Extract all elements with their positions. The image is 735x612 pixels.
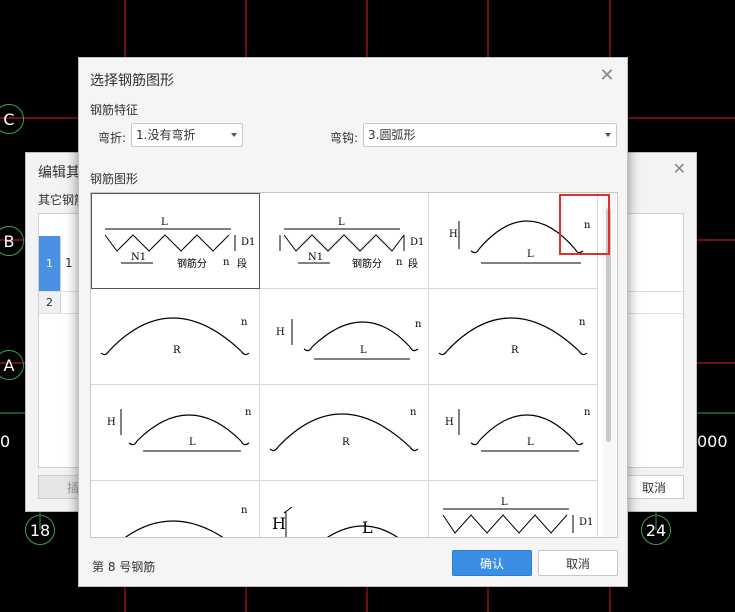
svg-text:n: n [410, 407, 417, 418]
svg-text:n: n [245, 407, 252, 418]
shape-cell-8[interactable]: R n [260, 385, 429, 481]
svg-text:L: L [360, 345, 367, 356]
svg-text:L: L [161, 217, 168, 228]
svg-text:L: L [527, 437, 534, 448]
edit-dialog-title: 编辑其 [38, 165, 80, 181]
shape-cell-4[interactable]: R n [91, 289, 260, 385]
svg-text:n: n [579, 317, 586, 328]
svg-text:钢筋分: 钢筋分 [352, 257, 382, 270]
svg-text:H: H [272, 514, 286, 533]
svg-text:n: n [415, 319, 422, 330]
shape-cell-7[interactable]: H L n [91, 385, 260, 481]
axis-label-18: 18 [25, 515, 55, 545]
shape-cell-9[interactable]: H L n [429, 385, 598, 481]
svg-text:n: n [241, 505, 248, 516]
dimension-text-right: 000 [697, 432, 728, 451]
hook-label: 弯钩: [330, 131, 359, 145]
back-cancel-button[interactable]: 取消 [624, 475, 684, 499]
arc-hook-shape: H L n [107, 407, 252, 452]
svg-text:D1: D1 [410, 237, 424, 248]
zigzag-shape: L D1 [442, 497, 593, 534]
arc-hook-shape: R n [438, 317, 588, 356]
arc-hook-shape: n [125, 505, 248, 537]
svg-text:段: 段 [408, 257, 418, 270]
bend-select-value: 1.没有弯折 [136, 128, 196, 142]
status-text: 第 8 号钢筋 [92, 560, 156, 574]
rebar-shape-grid: L D1 N1 钢筋分 n 段 L D1 N1 钢筋分 n 段 H L n R … [90, 192, 618, 538]
shape-cell-1[interactable]: L D1 N1 钢筋分 n 段 [91, 193, 260, 289]
svg-text:L: L [338, 217, 345, 228]
shape-cell-11[interactable]: H L [260, 481, 429, 537]
arc-hook-shape: H L n [445, 407, 591, 452]
zigzag-segment-shape: L D1 N1 钢筋分 n 段 [279, 217, 424, 270]
hook-select[interactable]: 3.圆弧形 [363, 123, 617, 147]
close-icon[interactable]: ✕ [599, 67, 615, 85]
shape-cell-5[interactable]: H L n [260, 289, 429, 385]
svg-text:H: H [449, 229, 458, 240]
shape-cell-2[interactable]: L D1 N1 钢筋分 n 段 [260, 193, 429, 289]
edit-dialog-close-icon[interactable]: ✕ [673, 159, 686, 178]
svg-text:R: R [173, 345, 181, 356]
svg-text:D1: D1 [579, 517, 593, 528]
zigzag-segment-shape: L D1 N1 钢筋分 n 段 [104, 217, 255, 270]
arc-hook-shape: R n [100, 317, 250, 356]
row-index[interactable]: 1 [39, 236, 61, 291]
svg-text:n: n [223, 257, 230, 268]
svg-text:L: L [501, 497, 508, 508]
svg-text:N1: N1 [308, 252, 323, 263]
dialog-title: 选择钢筋图形 [90, 73, 174, 89]
svg-text:N1: N1 [131, 252, 146, 263]
row-index[interactable]: 2 [39, 292, 61, 313]
svg-text:n: n [584, 407, 591, 418]
svg-text:L: L [527, 249, 534, 260]
confirm-button[interactable]: 确认 [452, 550, 532, 576]
svg-text:H: H [107, 417, 116, 428]
shape-cell-6[interactable]: R n [429, 289, 598, 385]
row-value: 1 [65, 256, 73, 270]
svg-text:段: 段 [237, 257, 247, 270]
bend-select[interactable]: 1.没有弯折 [131, 123, 243, 147]
svg-text:H: H [445, 417, 454, 428]
svg-text:钢筋分: 钢筋分 [177, 257, 207, 270]
svg-text:H: H [276, 327, 285, 338]
annotation-highlight-box [559, 194, 610, 255]
arc-hook-shape: H L n [276, 319, 422, 360]
shape-cell-12[interactable]: L D1 [429, 481, 598, 537]
svg-text:D1: D1 [241, 237, 255, 248]
shapes-section-label: 钢筋图形 [90, 172, 139, 186]
svg-text:L: L [189, 437, 196, 448]
svg-text:R: R [342, 437, 350, 448]
axis-label-24: 24 [641, 515, 671, 545]
dimension-text-left: 0 [0, 432, 11, 451]
arc-hook-shape: H L [272, 506, 399, 537]
bend-label: 弯折: [98, 131, 127, 145]
svg-text:L: L [362, 518, 373, 537]
cancel-button[interactable]: 取消 [538, 550, 618, 576]
hook-select-value: 3.圆弧形 [368, 128, 416, 142]
svg-text:R: R [511, 345, 519, 356]
arc-hook-shape: R n [269, 407, 419, 452]
chevron-down-icon [231, 133, 237, 137]
shape-cell-10[interactable]: n [91, 481, 260, 537]
chevron-down-icon [605, 133, 611, 137]
features-section-label: 钢筋特征 [90, 103, 139, 117]
svg-text:n: n [241, 317, 248, 328]
select-rebar-shape-dialog: 选择钢筋图形 ✕ 钢筋特征 弯折: 1.没有弯折 弯钩: 3.圆弧形 钢筋图形 … [78, 57, 628, 587]
svg-text:n: n [396, 257, 403, 268]
